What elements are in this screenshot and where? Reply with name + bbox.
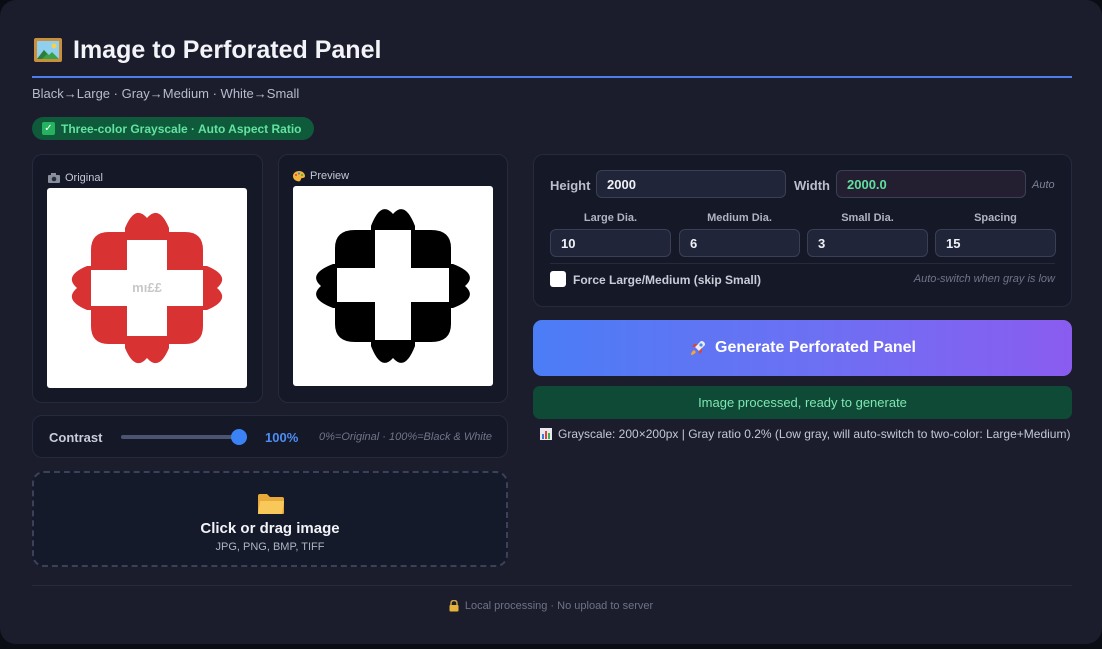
status-message: Image processed, ready to generate (533, 386, 1072, 419)
palette-icon (293, 170, 305, 181)
medium-dia-input[interactable] (679, 229, 800, 257)
contrast-slider-fill (121, 435, 237, 439)
medium-dia-label: Medium Dia. (707, 212, 772, 224)
page-title: Image to Perforated Panel (73, 35, 382, 64)
contrast-label: Contrast (49, 430, 103, 445)
picture-frame-icon (33, 37, 63, 63)
footer: Local processing · No upload to server (0, 600, 1102, 612)
generate-button-label: Generate Perforated Panel (715, 339, 916, 356)
generate-button[interactable]: Generate Perforated Panel (533, 320, 1072, 376)
contrast-control: Contrast 100% 0%=Original · 100%=Black &… (32, 415, 508, 458)
original-label-text: Original (65, 172, 103, 184)
dropzone-formats: JPG, PNG, BMP, TIFF (215, 541, 325, 553)
footer-divider (32, 585, 1072, 586)
preview-image (293, 186, 493, 386)
checkmark-icon: ✓ (42, 122, 55, 135)
force-large-medium-label: Force Large/Medium (skip Small) (573, 273, 762, 287)
camera-icon (48, 173, 60, 183)
grayscale-info: Grayscale: 200×200px | Gray ratio 0.2% (… (540, 427, 1070, 441)
contrast-value: 100% (265, 430, 299, 445)
image-dropzone[interactable]: Click or drag image JPG, PNG, BMP, TIFF (32, 471, 508, 567)
large-dia-input[interactable] (550, 229, 671, 257)
contrast-hint: 0%=Original · 100%=Black & White (319, 431, 493, 443)
footer-text: Local processing · No upload to server (464, 600, 654, 612)
settings-panel: Height Width Auto Large Dia. Medium Dia.… (533, 154, 1072, 307)
preview-label-text: Preview (310, 170, 350, 182)
header-divider (32, 76, 1072, 78)
auto-label: Auto (1032, 179, 1055, 191)
original-image-text: mı££ (132, 280, 162, 295)
header: Image to Perforated Panel (33, 34, 381, 66)
folder-icon (257, 493, 285, 515)
force-large-medium-checkbox[interactable] (550, 271, 566, 287)
width-label: Width (794, 178, 830, 193)
width-input[interactable] (836, 170, 1026, 198)
height-label: Height (550, 178, 591, 193)
grayscale-info-text: Grayscale: 200×200px | Gray ratio 0.2% (… (558, 427, 1071, 441)
small-dia-label: Small Dia. (841, 212, 894, 224)
original-image-card: Original mı££ (32, 154, 263, 403)
app-window: Image to Perforated Panel Black→Large · … (0, 0, 1102, 644)
rocket-icon (691, 341, 706, 355)
small-dia-input[interactable] (807, 229, 928, 257)
contrast-slider-thumb[interactable] (231, 429, 247, 445)
height-input[interactable] (596, 170, 786, 198)
feature-badge-label: Three-color Grayscale · Auto Aspect Rati… (61, 121, 302, 136)
original-label: Original (48, 172, 103, 184)
settings-divider (550, 263, 1055, 264)
feature-badge: ✓ Three-color Grayscale · Auto Aspect Ra… (32, 117, 314, 140)
dropzone-title: Click or drag image (200, 520, 340, 537)
bar-chart-icon (540, 428, 552, 440)
page-subtitle: Black→Large · Gray→Medium · White→Small (32, 86, 300, 101)
preview-image-card: Preview (278, 154, 508, 403)
original-image: mı££ (47, 188, 247, 388)
large-dia-label: Large Dia. (583, 212, 638, 224)
force-hint: Auto-switch when gray is low (913, 273, 1055, 285)
lock-icon (449, 600, 459, 612)
spacing-label: Spacing (974, 212, 1017, 224)
preview-label: Preview (293, 170, 349, 182)
contrast-slider-track[interactable] (121, 435, 237, 439)
spacing-input[interactable] (935, 229, 1056, 257)
